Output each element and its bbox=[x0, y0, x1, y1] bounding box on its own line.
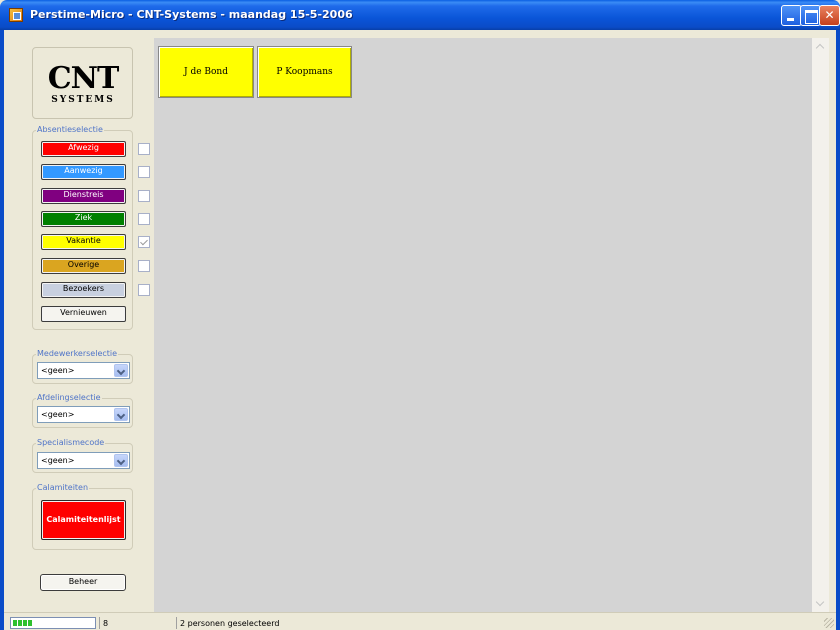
department-select[interactable]: <geen> bbox=[37, 406, 130, 423]
status-count: 8 bbox=[103, 619, 109, 628]
chevron-down-icon[interactable] bbox=[114, 364, 128, 377]
progress-segment bbox=[23, 620, 27, 626]
status-divider bbox=[176, 617, 177, 629]
employee-select-legend: Medewerkerselectie bbox=[36, 349, 119, 358]
absence-button[interactable]: Ziek bbox=[41, 211, 126, 227]
progress-fill bbox=[13, 620, 32, 626]
absence-checkbox[interactable] bbox=[138, 190, 150, 202]
absence-group: Absentieselectie bbox=[32, 125, 133, 330]
department-select-legend: Afdelingselectie bbox=[36, 393, 102, 402]
department-select-value: <geen> bbox=[41, 410, 75, 419]
absence-legend: Absentieselectie bbox=[36, 125, 104, 134]
employee-select-value: <geen> bbox=[41, 366, 75, 375]
absence-button[interactable]: Afwezig bbox=[41, 141, 126, 157]
logo-line1: CNT bbox=[47, 61, 120, 96]
absence-button[interactable]: Aanwezig bbox=[41, 164, 126, 180]
logo-box: CNT SYSTEMS bbox=[32, 47, 133, 119]
absence-checkbox[interactable] bbox=[138, 213, 150, 225]
window-title: Perstime-Micro - CNT-Systems - maandag 1… bbox=[30, 8, 353, 21]
maximize-button[interactable] bbox=[800, 5, 821, 26]
refresh-button[interactable]: Vernieuwen bbox=[41, 306, 126, 322]
person-board[interactable] bbox=[154, 38, 822, 612]
status-bar: 8 2 personen geselecteerd bbox=[4, 612, 836, 630]
vertical-scrollbar[interactable] bbox=[812, 38, 829, 612]
app-icon[interactable] bbox=[9, 8, 23, 22]
logo-line2: SYSTEMS bbox=[51, 95, 115, 105]
progress-bar bbox=[10, 617, 96, 629]
absence-checkbox[interactable] bbox=[138, 236, 150, 248]
employee-select[interactable]: <geen> bbox=[37, 362, 130, 379]
scroll-up-icon[interactable] bbox=[812, 38, 829, 55]
absence-button[interactable]: Overige bbox=[41, 258, 126, 274]
resize-grip-icon[interactable] bbox=[824, 618, 834, 628]
cnt-logo: CNT SYSTEMS bbox=[39, 64, 127, 108]
calamities-legend: Calamiteiten bbox=[36, 483, 90, 492]
calamities-list-button[interactable]: Calamiteitenlijst bbox=[41, 500, 126, 540]
absence-button[interactable]: Bezoekers bbox=[41, 282, 126, 298]
minimize-button[interactable] bbox=[781, 5, 802, 26]
progress-segment bbox=[18, 620, 22, 626]
status-divider bbox=[99, 617, 100, 629]
specialism-select[interactable]: <geen> bbox=[37, 452, 130, 469]
chevron-down-icon[interactable] bbox=[114, 454, 128, 467]
specialism-select-legend: Specialismecode bbox=[36, 438, 106, 447]
absence-button[interactable]: Vakantie bbox=[41, 234, 126, 250]
progress-segment bbox=[28, 620, 32, 626]
progress-segment bbox=[13, 620, 17, 626]
close-button[interactable]: ✕ bbox=[819, 5, 840, 26]
scroll-down-icon[interactable] bbox=[812, 595, 829, 612]
title-bar[interactable]: Perstime-Micro - CNT-Systems - maandag 1… bbox=[0, 0, 840, 30]
absence-button[interactable]: Dienstreis bbox=[41, 188, 126, 204]
window-frame-right bbox=[836, 30, 840, 630]
chevron-down-icon[interactable] bbox=[114, 408, 128, 421]
absence-checkbox[interactable] bbox=[138, 166, 150, 178]
status-message: 2 personen geselecteerd bbox=[180, 619, 280, 628]
absence-checkbox[interactable] bbox=[138, 284, 150, 296]
person-tile[interactable]: J de Bond bbox=[158, 46, 254, 98]
person-tile[interactable]: P Koopmans bbox=[257, 46, 352, 98]
specialism-select-value: <geen> bbox=[41, 456, 75, 465]
admin-button[interactable]: Beheer bbox=[40, 574, 126, 591]
absence-checkbox[interactable] bbox=[138, 143, 150, 155]
absence-checkbox[interactable] bbox=[138, 260, 150, 272]
